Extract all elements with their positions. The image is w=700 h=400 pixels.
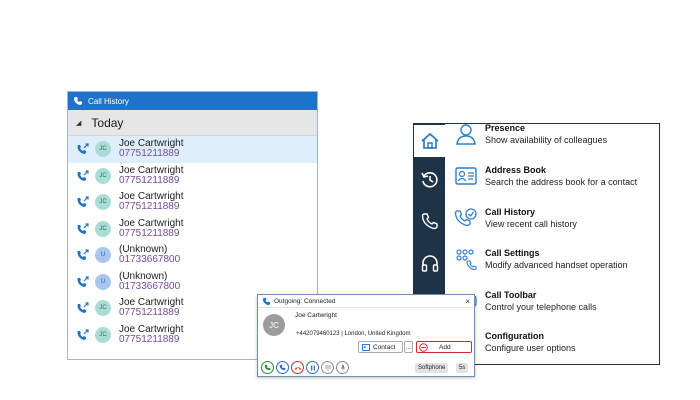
feature-call-settings[interactable]: Call Settings Modify advanced handset ope… <box>454 248 628 271</box>
microphone-icon <box>340 364 345 371</box>
keypad-icon <box>456 249 477 270</box>
call-history-app-icon <box>74 97 82 105</box>
avatar: JC <box>95 326 111 343</box>
list-item[interactable]: JC Joe Cartwright 07751211889 <box>68 163 317 190</box>
feature-description: Show availability of colleagues <box>485 135 608 145</box>
headset-icon <box>421 255 438 272</box>
contact-number: 01733667800 <box>119 254 181 266</box>
call-timer: 5s <box>456 363 469 373</box>
home-icon <box>420 132 439 149</box>
call-controls <box>261 361 349 374</box>
pause-icon <box>310 365 315 370</box>
feature-call-history[interactable]: Call History View recent call history <box>454 207 577 230</box>
transfer-call-button[interactable] <box>276 361 289 374</box>
avatar: JC <box>95 141 111 158</box>
rail-history-button[interactable] <box>414 164 445 196</box>
rail-headset-button[interactable] <box>414 248 445 280</box>
feature-title: Call History <box>485 207 536 217</box>
feature-description: View recent call history <box>485 219 577 229</box>
contact-button-label: Contact <box>373 343 396 351</box>
feature-description: Configure user options <box>485 343 576 353</box>
feature-address-book[interactable]: Address Book Search the address book for … <box>454 165 637 188</box>
outgoing-call-icon <box>77 302 89 314</box>
feature-description: Control your telephone calls <box>485 302 597 312</box>
list-item[interactable]: JC Joe Cartwright 07751211889 <box>68 136 317 163</box>
list-item[interactable]: JC Joe Cartwright 07751211889 <box>68 189 317 216</box>
avatar: JC <box>95 220 111 237</box>
outgoing-call-icon <box>77 196 89 208</box>
address-card-icon <box>455 167 477 185</box>
transfer-icon <box>279 364 286 371</box>
hang-up-button[interactable] <box>291 361 304 374</box>
call-history-titlebar: Call History <box>68 92 317 110</box>
phone-icon <box>421 213 438 230</box>
feature-title: Presence <box>485 123 526 133</box>
feature-call-toolbar[interactable]: Call Toolbar Control your telephone calls <box>454 290 597 313</box>
contact-number: 07751211889 <box>119 307 180 319</box>
avatar: U <box>95 247 111 264</box>
rail-phone-button[interactable] <box>414 205 445 237</box>
outgoing-call-icon <box>77 170 89 181</box>
contact-button[interactable]: Contact <box>358 341 403 353</box>
hold-button[interactable] <box>306 361 319 374</box>
add-button[interactable]: Add <box>416 341 472 353</box>
more-options-button[interactable]: ... <box>404 341 413 353</box>
feature-description: Search the address book for a contact <box>485 177 638 187</box>
keypad-button[interactable] <box>321 361 334 374</box>
outgoing-call-icon <box>77 249 89 261</box>
person-icon <box>456 124 476 145</box>
outgoing-call-icon <box>77 143 89 155</box>
history-icon <box>420 172 438 188</box>
list-item[interactable]: U (Unknown) 01733667800 <box>68 269 317 296</box>
contact-number: 07751211889 <box>119 148 180 160</box>
avatar: JC <box>95 300 111 317</box>
feature-title: Address Book <box>485 165 547 175</box>
call-history-title: Call History <box>88 96 129 106</box>
contact-number: 07751211889 <box>119 174 180 186</box>
answer-call-button[interactable] <box>261 361 274 374</box>
feature-presence[interactable]: Presence Show availability of colleagues <box>454 123 608 146</box>
outgoing-call-window: Outgoing: Connected × JC Joe Cartwright … <box>257 294 475 377</box>
caller-avatar: JC <box>263 314 285 336</box>
phone-icon <box>264 364 271 371</box>
phone-check-icon <box>454 208 477 227</box>
close-icon[interactable]: × <box>465 297 470 306</box>
mute-button[interactable] <box>336 361 349 374</box>
add-contact-icon <box>419 342 428 352</box>
softphone-mode-button[interactable]: Softphone <box>415 363 449 373</box>
contact-number: 07751211889 <box>119 201 180 213</box>
list-item[interactable]: JC Joe Cartwright 07751211889 <box>68 216 317 243</box>
feature-title: Call Toolbar <box>485 290 537 300</box>
add-button-label: Add <box>439 343 451 351</box>
outgoing-call-icon <box>77 329 89 340</box>
list-item[interactable]: U (Unknown) 01733667800 <box>68 242 317 269</box>
outgoing-call-icon <box>77 276 89 287</box>
rail-home-button[interactable] <box>414 125 445 157</box>
contact-number: 07751211889 <box>119 333 180 345</box>
contact-number: 07751211889 <box>119 227 180 239</box>
caller-detail: +442079460123 | London, United Kingdom <box>296 331 411 337</box>
hang-up-icon <box>294 366 301 370</box>
caller-name: Joe Cartwright <box>295 312 337 319</box>
avatar: JC <box>95 167 111 184</box>
collapse-triangle-icon[interactable]: ◢ <box>76 119 81 127</box>
avatar: U <box>95 273 111 290</box>
outgoing-call-titlebar: Outgoing: Connected × <box>258 295 474 308</box>
feature-title: Configuration <box>485 331 544 341</box>
call-status-title: Outgoing: Connected <box>274 297 336 305</box>
feature-description: Modify advanced handset operation <box>485 260 628 270</box>
contact-card-icon <box>362 343 370 351</box>
avatar: JC <box>95 194 111 211</box>
keypad-icon <box>324 364 331 371</box>
today-section-header[interactable]: ◢ Today <box>68 110 317 136</box>
phone-icon <box>262 297 271 305</box>
contact-number: 01733667800 <box>119 280 181 292</box>
feature-title: Call Settings <box>485 248 540 258</box>
outgoing-call-icon <box>77 223 89 234</box>
section-label: Today <box>91 115 124 130</box>
